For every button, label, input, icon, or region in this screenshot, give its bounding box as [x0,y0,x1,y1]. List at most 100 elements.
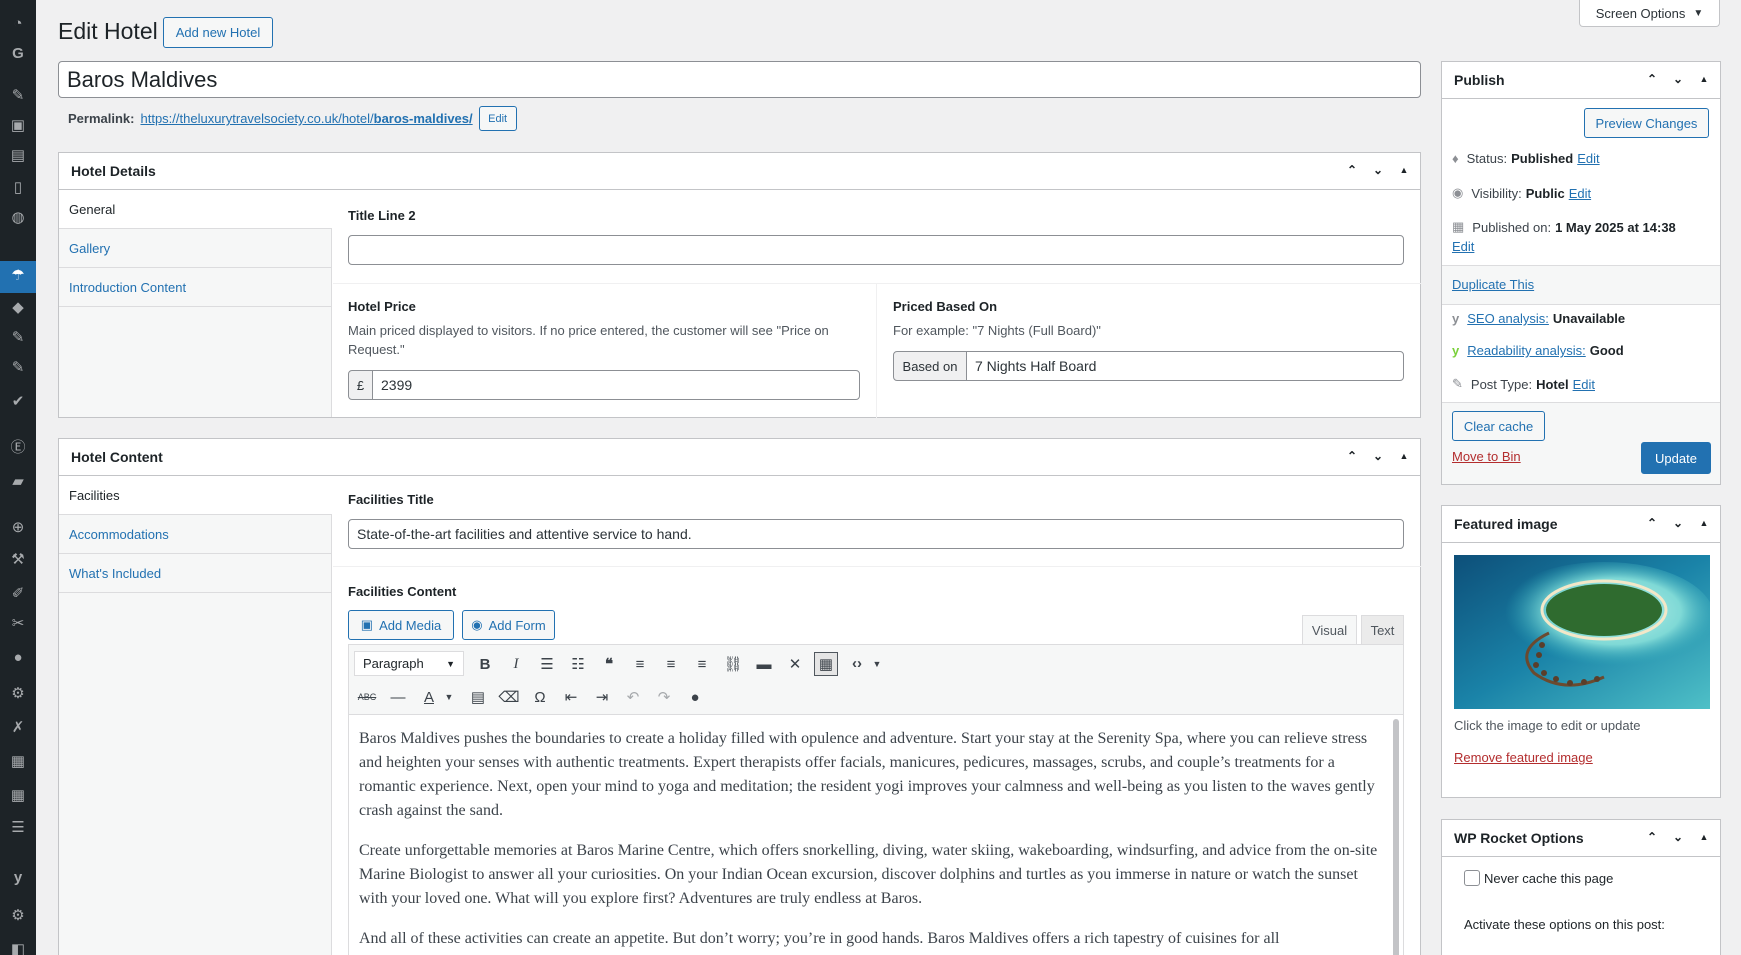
clear-formatting-icon[interactable]: ⌫ [497,685,521,709]
outdent-icon[interactable]: ⇤ [559,685,583,709]
move-up-icon[interactable]: ⌃ [1644,829,1660,845]
tab-accommodations[interactable]: Accommodations [59,515,331,554]
redo-icon[interactable]: ↷ [652,685,676,709]
align-left-icon[interactable]: ≡ [628,652,652,676]
editor-content[interactable]: Baros Maldives pushes the boundaries to … [359,727,1379,951]
never-cache-checkbox[interactable] [1464,870,1480,886]
permalink-edit-button[interactable]: Edit [478,106,517,131]
hotel-icon[interactable]: ☂ [8,266,28,286]
toggle-panel-icon[interactable]: ▲ [1696,515,1712,531]
hotel-price-input[interactable]: 2399 [372,370,860,400]
globe-icon[interactable]: ◍ [8,208,28,228]
add-form-button[interactable]: ◉ Add Form [462,610,555,640]
tab-general[interactable]: General [59,190,332,229]
format-select[interactable]: Paragraph ▼ [354,651,464,676]
gear-icon[interactable]: ⚙ [8,906,28,926]
permalink-link[interactable]: https://theluxurytravelsociety.co.uk/hot… [140,111,472,126]
tab-visual[interactable]: Visual [1302,615,1357,644]
pin-icon-3[interactable]: ✎ [8,358,28,378]
status-edit-link[interactable]: Edit [1577,151,1599,166]
users-icon[interactable]: ● [8,648,28,668]
plus-circle-icon[interactable]: ⊕ [8,518,28,538]
tab-whats-included[interactable]: What's Included [59,554,331,593]
published-edit-link[interactable]: Edit [1452,239,1474,254]
move-up-icon[interactable]: ⌃ [1344,162,1360,178]
brush-icon[interactable]: ✐ [8,584,28,604]
move-down-icon[interactable]: ⌄ [1370,448,1386,464]
toggle-panel-icon[interactable]: ▲ [1696,829,1712,845]
yoast-icon[interactable]: y [8,868,28,888]
align-center-icon[interactable]: ≡ [659,652,683,676]
tab-introduction-content[interactable]: Introduction Content [59,268,331,307]
tab-text[interactable]: Text [1361,615,1404,644]
check-icon[interactable]: ✔ [8,392,28,412]
update-button[interactable]: Update [1641,442,1711,474]
facilities-title-input[interactable]: State-of-the-art facilities and attentiv… [348,519,1404,549]
toggle-panel-icon[interactable]: ▲ [1696,71,1712,87]
move-up-icon[interactable]: ⌃ [1644,515,1660,531]
burger-icon[interactable]: ☰ [8,818,28,838]
add-media-button[interactable]: ▣ Add Media [348,610,454,640]
forms-icon[interactable]: ▤ [8,146,28,166]
toggle-panel-icon[interactable]: ▲ [1396,448,1412,464]
elementor-icon[interactable]: Ⓔ [8,438,28,458]
bold-icon[interactable]: B [473,652,497,676]
numbered-list-icon[interactable]: ☷ [566,652,590,676]
add-new-hotel-button[interactable]: Add new Hotel [163,17,273,48]
undo-icon[interactable]: ↶ [621,685,645,709]
move-to-bin-link[interactable]: Move to Bin [1452,449,1521,464]
read-more-icon[interactable]: ▬ [752,652,776,676]
special-char-icon[interactable]: Ω [528,685,552,709]
tag-icon[interactable]: ◆ [8,298,28,318]
visibility-edit-link[interactable]: Edit [1569,186,1591,201]
post-title-input[interactable]: Baros Maldives [58,61,1421,98]
folder-icon[interactable]: ▰ [8,472,28,492]
italic-icon[interactable]: I [504,652,528,676]
featured-image-thumbnail[interactable] [1454,555,1710,709]
editor-scrollbar[interactable] [1393,719,1399,955]
screen-options-button[interactable]: Screen Options ▼ [1579,0,1720,27]
clear-cache-button[interactable]: Clear cache [1452,411,1545,441]
tools-icon[interactable]: ⚙ [8,684,28,704]
horizontal-line-icon[interactable]: — [386,685,410,709]
toolbar-toggle-icon[interactable]: ▦ [814,652,838,676]
quote-icon[interactable]: ❝ [597,652,621,676]
strikethrough-icon[interactable]: ABC [355,685,379,709]
bullet-list-icon[interactable]: ☰ [535,652,559,676]
move-down-icon[interactable]: ⌄ [1670,71,1686,87]
indent-icon[interactable]: ⇥ [590,685,614,709]
move-up-icon[interactable]: ⌃ [1644,71,1660,87]
hammer-icon[interactable]: ⚒ [8,550,28,570]
duplicate-this-link[interactable]: Duplicate This [1452,277,1534,292]
toggle-panel-icon[interactable]: ▲ [1396,162,1412,178]
settings-grid-icon[interactable]: ▦ [8,752,28,772]
fullscreen-icon[interactable]: ✕ [783,652,807,676]
pages-icon[interactable]: ▯ [8,178,28,198]
help-icon[interactable]: ● [683,685,707,709]
move-down-icon[interactable]: ⌄ [1670,515,1686,531]
paste-text-icon[interactable]: ▤ [466,685,490,709]
collapse-icon[interactable]: ◧ [8,940,28,955]
post-type-edit-link[interactable]: Edit [1573,377,1595,392]
scissors-icon[interactable]: ✂ [8,614,28,634]
tab-facilities[interactable]: Facilities [59,476,332,515]
caret-down-icon[interactable]: ▼ [865,652,889,676]
link-icon[interactable]: ⛓ [721,652,745,676]
title-line2-input[interactable] [348,235,1404,265]
move-down-icon[interactable]: ⌄ [1670,829,1686,845]
priced-based-on-input[interactable]: 7 Nights Half Board [966,351,1404,381]
pin-icon-2[interactable]: ✎ [8,328,28,348]
remove-featured-image-link[interactable]: Remove featured image [1454,750,1593,765]
g-icon[interactable]: G [8,44,28,64]
preview-changes-button[interactable]: Preview Changes [1584,108,1709,138]
caret-down-icon[interactable]: ▼ [437,685,461,709]
pin-icon[interactable]: ✎ [8,86,28,106]
seo-analysis-link[interactable]: SEO analysis: [1467,311,1549,326]
translate-icon[interactable]: ✗ [8,718,28,738]
tab-gallery[interactable]: Gallery [59,229,331,268]
align-right-icon[interactable]: ≡ [690,652,714,676]
move-down-icon[interactable]: ⌄ [1370,162,1386,178]
move-up-icon[interactable]: ⌃ [1344,448,1360,464]
dashboard-icon[interactable]: ◔ [8,14,28,34]
media-icon[interactable]: ▣ [8,116,28,136]
